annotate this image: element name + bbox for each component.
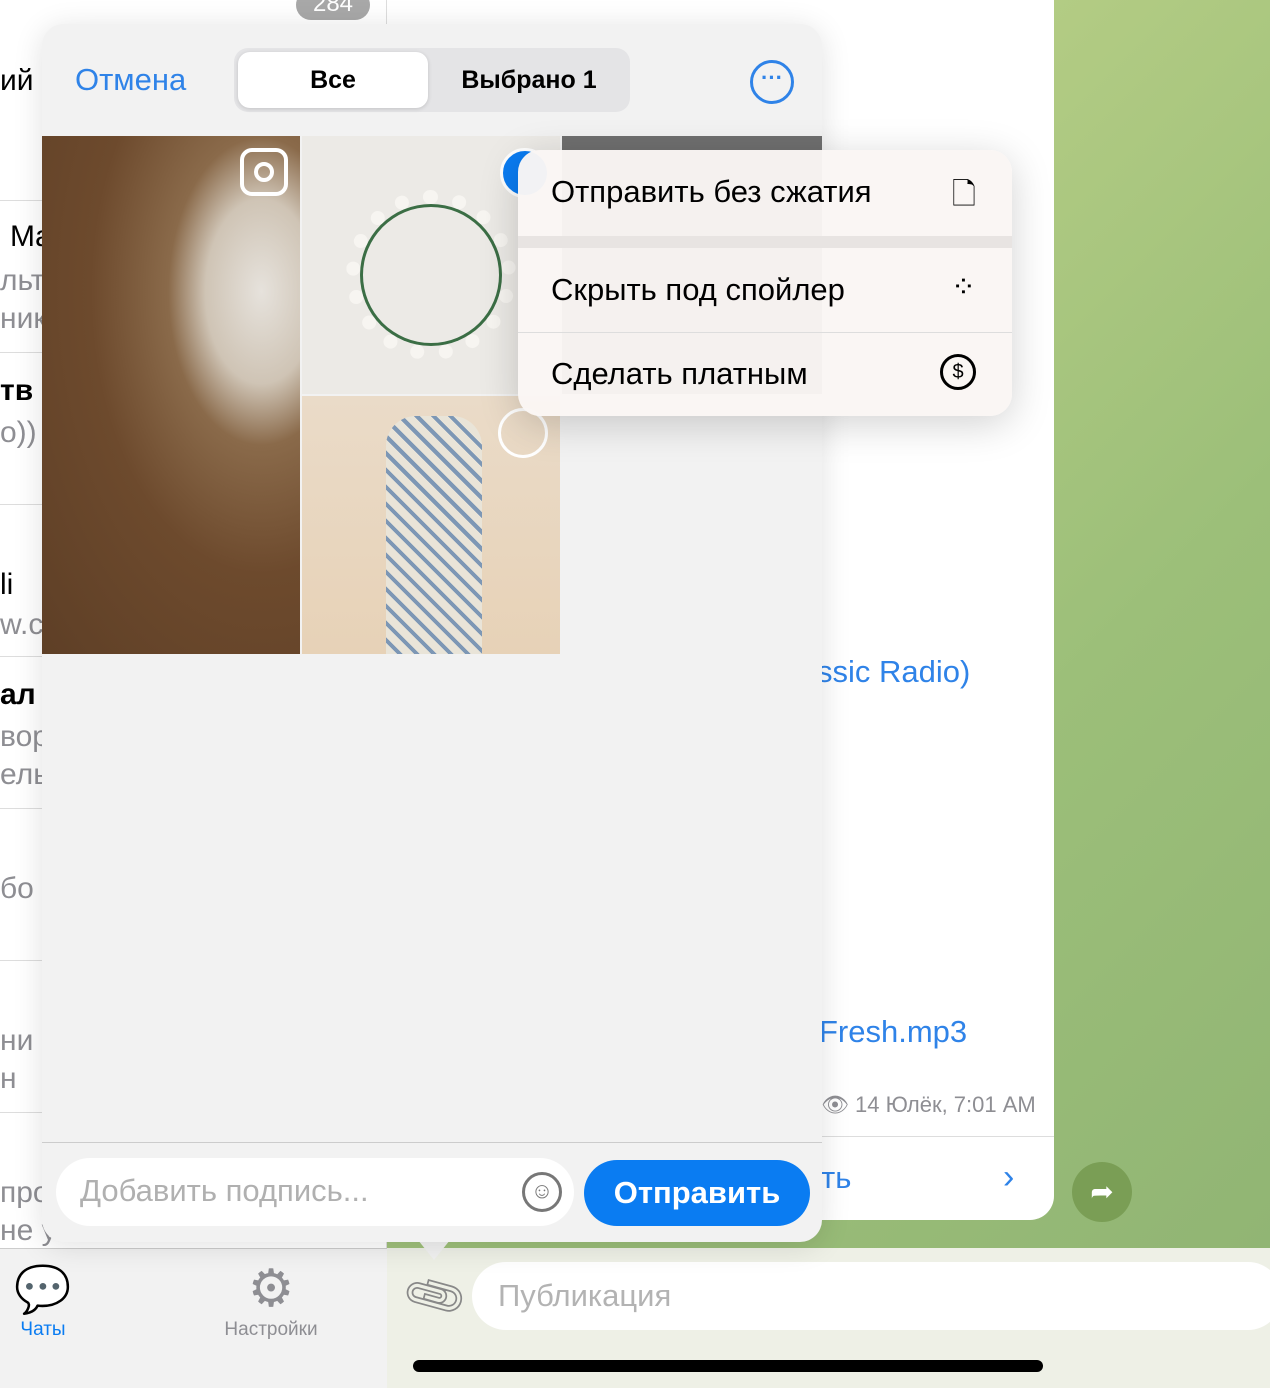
menu-item-label: Сделать платным — [551, 356, 808, 391]
share-arrow-icon: ➦ — [1090, 1176, 1114, 1207]
chat-fragment: ни — [0, 1024, 34, 1057]
chat-fragment: о)) — [0, 416, 37, 449]
tab-chats-label: Чаты — [20, 1319, 66, 1340]
tab-bar: 💬 Чаты ⚙ Настройки — [0, 1248, 387, 1388]
audio-file[interactable]: Fresh.mp3 — [819, 1014, 967, 1050]
menu-item-label: Отправить без сжатия — [551, 174, 872, 209]
chat-fragment: ник — [0, 302, 47, 335]
divider — [42, 1142, 822, 1143]
cancel-button[interactable]: Отмена — [75, 62, 186, 98]
chats-icon: 💬 — [14, 1263, 72, 1315]
unread-badge: 284 — [296, 0, 370, 20]
outfit-image — [386, 416, 482, 654]
dollar-circle-icon: $ — [940, 354, 976, 390]
emoji-icon[interactable]: ☺ — [522, 1172, 562, 1212]
chat-fragment[interactable]: ал — [0, 678, 36, 712]
paperclip-icon[interactable]: 📎︎ — [398, 1260, 472, 1333]
forward-button[interactable]: ➦ — [1072, 1162, 1132, 1222]
chat-fragment: льт — [0, 264, 45, 297]
chat-fragment[interactable]: li — [0, 568, 13, 602]
context-menu: Отправить без сжатия 🗋 Скрыть под спойле… — [518, 150, 1012, 416]
ellipsis-icon: ··· — [761, 65, 783, 90]
menu-group-separator — [518, 236, 1012, 248]
segment-selected[interactable]: Выбрано 1 — [432, 52, 626, 108]
chat-fragment: бо — [0, 872, 34, 905]
chat-fragment[interactable]: тв — [0, 374, 33, 408]
caption-placeholder: Добавить подпись... — [80, 1173, 369, 1208]
bubble-action[interactable]: ть — [821, 1160, 851, 1196]
send-button[interactable]: Отправить — [584, 1160, 810, 1226]
more-options-button[interactable]: ··· — [750, 60, 794, 104]
menu-item-send-uncompressed[interactable]: Отправить без сжатия 🗋 — [518, 150, 1012, 234]
chat-fragment[interactable]: ий — [0, 64, 34, 98]
tab-settings-label: Настройки — [224, 1319, 318, 1340]
file-icon: 🗋 — [951, 178, 976, 211]
chevron-right-icon[interactable]: › — [1003, 1158, 1014, 1197]
photo-thumbnail[interactable] — [302, 396, 560, 654]
tab-settings[interactable]: ⚙ Настройки — [201, 1259, 341, 1341]
menu-item-paid[interactable]: Сделать платным $ — [518, 332, 1012, 416]
chat-fragment: w.c — [0, 608, 44, 641]
menu-item-spoiler[interactable]: Скрыть под спойлер ⁘ — [518, 248, 1012, 332]
message-input[interactable]: Публикация — [472, 1262, 1270, 1330]
caption-input[interactable]: Добавить подпись... ☺ — [56, 1158, 574, 1226]
home-indicator — [413, 1360, 1043, 1372]
photo-thumbnail[interactable] — [42, 136, 300, 654]
spoiler-icon: ⁘ — [950, 271, 976, 304]
message-meta: 👁 14 Юлёк, 7:01 AM — [821, 1092, 1036, 1117]
popover-arrow — [418, 1240, 450, 1260]
audio-title[interactable]: ssic Radio) — [817, 654, 970, 690]
bracelet-image — [346, 190, 516, 360]
segmented-control: Все Выбрано 1 — [234, 48, 630, 112]
segment-all[interactable]: Все — [238, 52, 428, 108]
instagram-icon — [240, 148, 288, 196]
message-timestamp: 14 Юлёк, 7:01 AM — [855, 1092, 1036, 1117]
gear-icon: ⚙ — [247, 1260, 295, 1318]
menu-item-label: Скрыть под спойлер — [551, 272, 845, 307]
chat-fragment: н — [0, 1062, 17, 1095]
tab-chats[interactable]: 💬 Чаты — [0, 1259, 113, 1341]
